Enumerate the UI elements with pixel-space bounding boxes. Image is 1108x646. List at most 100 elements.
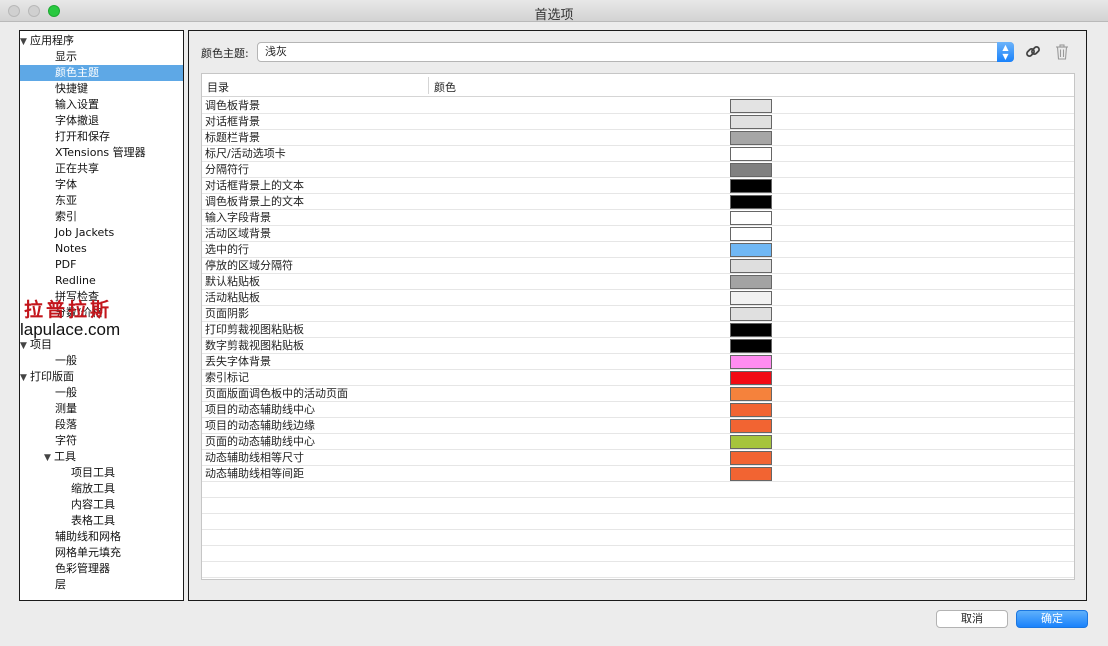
sidebar-item[interactable]: 输入设置 — [20, 97, 183, 113]
sidebar-item[interactable]: 表格工具 — [20, 513, 183, 529]
table-row[interactable]: 输入字段背景 — [202, 210, 1074, 226]
table-row[interactable]: 动态辅助线相等尺寸 — [202, 450, 1074, 466]
color-swatch[interactable] — [730, 275, 772, 289]
sidebar-item[interactable]: 字体 — [20, 177, 183, 193]
color-swatch[interactable] — [730, 467, 772, 481]
table-row[interactable]: 分隔符行 — [202, 162, 1074, 178]
link-icon[interactable] — [1025, 44, 1041, 60]
table-row[interactable]: 对话框背景上的文本 — [202, 178, 1074, 194]
color-swatch[interactable] — [730, 227, 772, 241]
table-row[interactable]: 页面版面调色板中的活动页面 — [202, 386, 1074, 402]
color-swatch[interactable] — [730, 307, 772, 321]
table-row[interactable]: 停放的区域分隔符 — [202, 258, 1074, 274]
sidebar-item[interactable]: 测量 — [20, 401, 183, 417]
sidebar-item[interactable]: 项目工具 — [20, 465, 183, 481]
table-row[interactable]: 打印剪裁视图粘贴板 — [202, 322, 1074, 338]
color-item-name: 对话框背景上的文本 — [205, 179, 304, 192]
sidebar-item[interactable]: 快捷键 — [20, 81, 183, 97]
cancel-button[interactable]: 取消 — [936, 610, 1008, 628]
watermark-chinese: 拉普拉斯 — [24, 299, 113, 321]
color-item-name: 默认粘贴板 — [205, 275, 260, 288]
color-swatch[interactable] — [730, 435, 772, 449]
color-item-name: 索引标记 — [205, 371, 249, 384]
sidebar-item[interactable]: 颜色主题 — [20, 65, 183, 81]
table-row[interactable]: 项目的动态辅助线中心 — [202, 402, 1074, 418]
sidebar-item[interactable]: 一般 — [20, 385, 183, 401]
table-row[interactable]: 调色板背景 — [202, 98, 1074, 114]
sidebar-item[interactable]: Redline — [20, 273, 183, 289]
sidebar-item[interactable]: ▼ 打印版面 — [20, 369, 183, 385]
table-row[interactable]: 动态辅助线相等间距 — [202, 466, 1074, 482]
sidebar-item[interactable]: 网格单元填充 — [20, 545, 183, 561]
table-row[interactable]: 数字剪裁视图粘贴板 — [202, 338, 1074, 354]
ok-button[interactable]: 确定 — [1016, 610, 1088, 628]
table-row[interactable]: 丢失字体背景 — [202, 354, 1074, 370]
sidebar-item[interactable]: 缩放工具 — [20, 481, 183, 497]
color-swatch[interactable] — [730, 243, 772, 257]
trash-icon[interactable] — [1055, 44, 1069, 60]
disclosure-triangle-icon[interactable]: ▼ — [44, 450, 54, 466]
disclosure-triangle-icon[interactable]: ▼ — [20, 338, 30, 354]
sidebar-item[interactable]: 段落 — [20, 417, 183, 433]
color-swatch[interactable] — [730, 259, 772, 273]
color-swatch[interactable] — [730, 99, 772, 113]
sidebar-item-label: 索引 — [55, 210, 77, 223]
sidebar-item[interactable]: ▼ 应用程序 — [20, 33, 183, 49]
color-swatch[interactable] — [730, 371, 772, 385]
table-row[interactable]: 索引标记 — [202, 370, 1074, 386]
sidebar-item[interactable]: Job Jackets — [20, 225, 183, 241]
color-swatch[interactable] — [730, 195, 772, 209]
sidebar-item-label: PDF — [55, 258, 77, 271]
sidebar-item[interactable]: 显示 — [20, 49, 183, 65]
color-swatch[interactable] — [730, 323, 772, 337]
color-swatch[interactable] — [730, 387, 772, 401]
color-swatch[interactable] — [730, 211, 772, 225]
sidebar-item[interactable]: 一般 — [20, 353, 183, 369]
disclosure-triangle-icon[interactable]: ▼ — [20, 370, 30, 386]
color-item-name: 打印剪裁视图粘贴板 — [205, 323, 304, 336]
table-row[interactable]: 活动区域背景 — [202, 226, 1074, 242]
sidebar-item[interactable]: 层 — [20, 577, 183, 593]
color-swatch[interactable] — [730, 403, 772, 417]
sidebar-item-label: 字体 — [55, 178, 77, 191]
color-item-name: 页面阴影 — [205, 307, 249, 320]
color-swatch[interactable] — [730, 451, 772, 465]
table-row[interactable]: 选中的行 — [202, 242, 1074, 258]
sidebar-item[interactable]: 辅助线和网格 — [20, 529, 183, 545]
color-swatch[interactable] — [730, 355, 772, 369]
sidebar-item[interactable]: 打开和保存 — [20, 129, 183, 145]
sidebar-item[interactable]: PDF — [20, 257, 183, 273]
disclosure-triangle-icon[interactable]: ▼ — [20, 34, 30, 50]
color-swatch[interactable] — [730, 291, 772, 305]
sidebar-item[interactable]: Notes — [20, 241, 183, 257]
sidebar-item[interactable]: ▼ 工具 — [20, 449, 183, 465]
column-header-category[interactable]: 目录 — [207, 79, 229, 95]
table-row[interactable]: 活动粘贴板 — [202, 290, 1074, 306]
sidebar-item[interactable]: 字符 — [20, 433, 183, 449]
color-swatch[interactable] — [730, 147, 772, 161]
table-row[interactable]: 默认粘贴板 — [202, 274, 1074, 290]
theme-select[interactable]: 浅灰 ▲ ▼ — [257, 42, 1014, 62]
color-swatch[interactable] — [730, 339, 772, 353]
table-row[interactable]: 页面的动态辅助线中心 — [202, 434, 1074, 450]
sidebar-item[interactable]: 东亚 — [20, 193, 183, 209]
table-row[interactable]: 项目的动态辅助线边缘 — [202, 418, 1074, 434]
column-header-color[interactable]: 颜色 — [434, 79, 456, 95]
sidebar-item[interactable]: 内容工具 — [20, 497, 183, 513]
sidebar-item[interactable]: 字体撤退 — [20, 113, 183, 129]
color-swatch[interactable] — [730, 163, 772, 177]
color-swatch[interactable] — [730, 419, 772, 433]
table-row[interactable]: 标题栏背景 — [202, 130, 1074, 146]
table-row[interactable]: 对话框背景 — [202, 114, 1074, 130]
sidebar-item[interactable]: 正在共享 — [20, 161, 183, 177]
table-row[interactable]: 调色板背景上的文本 — [202, 194, 1074, 210]
empty-table-row — [202, 514, 1074, 530]
sidebar-item[interactable]: 色彩管理器 — [20, 561, 183, 577]
table-row[interactable]: 标尺/活动选项卡 — [202, 146, 1074, 162]
sidebar-item[interactable]: 索引 — [20, 209, 183, 225]
color-swatch[interactable] — [730, 115, 772, 129]
color-swatch[interactable] — [730, 131, 772, 145]
table-row[interactable]: 页面阴影 — [202, 306, 1074, 322]
sidebar-item[interactable]: XTensions 管理器 — [20, 145, 183, 161]
color-swatch[interactable] — [730, 179, 772, 193]
